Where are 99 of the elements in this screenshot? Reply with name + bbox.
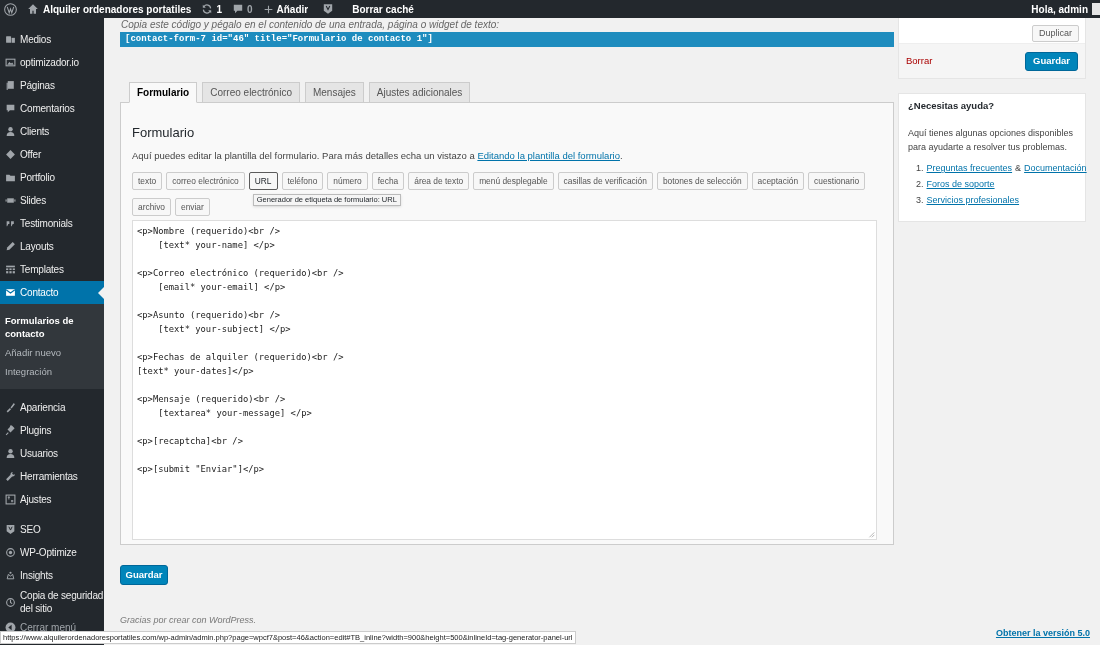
sidebar-item[interactable]: Insights: [0, 564, 104, 587]
help-link[interactable]: Preguntas frecuentes: [926, 163, 1013, 173]
home-icon: [27, 3, 39, 15]
greeting-text[interactable]: Hola, admin: [1031, 1, 1088, 17]
template-link[interactable]: Editando la plantilla del formulario: [477, 150, 620, 161]
pencil-icon: [5, 241, 16, 252]
tab[interactable]: Mensajes: [304, 82, 364, 103]
plus-icon: [262, 3, 274, 15]
shortcode-field[interactable]: [contact-form-7 id="46" title="Formulario de contacto 1"]: [120, 32, 894, 47]
person-icon: [5, 126, 16, 137]
sidebar-item[interactable]: Copia de seguridad del sitio: [0, 587, 104, 617]
tag-button[interactable]: aceptación: [751, 172, 805, 191]
sidebar-item[interactable]: optimizador.io: [0, 51, 104, 74]
sidebar-item[interactable]: Clients: [0, 120, 104, 143]
sidebar-item[interactable]: Ajustes: [0, 488, 104, 511]
clock-icon: [5, 596, 16, 608]
shield-y-icon: [322, 3, 335, 15]
tag-button[interactable]: número: [327, 172, 368, 191]
panel-title: Formulario: [132, 125, 196, 141]
list-number: 3.: [916, 194, 924, 207]
tag-button[interactable]: archivo: [132, 198, 171, 217]
plug-icon: [5, 425, 16, 436]
new-content-link[interactable]: Añadir: [262, 1, 309, 17]
footer-thanks-text: Gracias por crear con WordPress.: [120, 615, 258, 626]
wordpress-logo-icon: [4, 2, 17, 16]
tag-button[interactable]: menú desplegable: [473, 172, 554, 191]
site-name-link[interactable]: Alquiler ordenadores portatiles: [43, 1, 192, 17]
sidebar-item[interactable]: Comentarios: [0, 97, 104, 120]
save-button[interactable]: Guardar: [120, 565, 168, 585]
clear-cache-link[interactable]: Borrar caché: [352, 1, 414, 17]
tag-button[interactable]: fecha: [371, 172, 405, 191]
help-link[interactable]: Servicios profesionales: [926, 195, 1020, 205]
tab[interactable]: Correo electrónico: [202, 82, 300, 103]
tag-button[interactable]: correo electrónico: [166, 172, 245, 191]
tag-button[interactable]: enviar: [175, 198, 210, 217]
tag-button[interactable]: botones de selección: [656, 172, 748, 191]
media-icon: [5, 34, 16, 45]
grid-icon: [5, 264, 16, 275]
submenu-item[interactable]: Integración: [0, 362, 104, 381]
template-editor[interactable]: <p>Nombre (requerido)<br /> [text* your-name] </p> <p>Correo electrónico (requerido)<br /> [email* your-email] </p> <p>Asunto (requerido)<br /> [text* your-subject] </p> <p>Fechas de alquiler (requerido)<br /> [text* your-dates]</p> <p>Mensaje (requerido)<br /> [textarea* your-message] </p> <p>[recaptcha]<br /> <p>[submit "Enviar"]</p>: [132, 220, 877, 540]
sidebar-item[interactable]: Layouts: [0, 235, 104, 258]
tag-button[interactable]: cuestionario: [808, 172, 866, 191]
version-link[interactable]: Obtener la versión 5.0: [995, 626, 1090, 640]
sidebar-item[interactable]: SEO: [0, 518, 104, 541]
tab[interactable]: Ajustes adicionales: [368, 82, 471, 103]
sidebar-item[interactable]: Offer: [0, 143, 104, 166]
sidebar-item[interactable]: Plugins: [0, 419, 104, 442]
tag-button[interactable]: teléfono: [281, 172, 324, 191]
person-icon: [5, 448, 16, 459]
sidebar-item[interactable]: Apariencia: [0, 396, 104, 419]
delete-link[interactable]: Borrar: [906, 53, 933, 69]
ampersand-text: &: [1015, 163, 1022, 173]
comment-icon: [231, 3, 244, 15]
tag-button[interactable]: casillas de verificación: [557, 172, 653, 191]
list-number: 2.: [916, 178, 924, 191]
sidebar-item[interactable]: Slides: [0, 189, 104, 212]
tag-button[interactable]: URL: [248, 172, 278, 191]
sliders-icon: [5, 494, 16, 505]
list-number: 1.: [916, 162, 924, 175]
left-arrow-circle-icon: [5, 621, 16, 633]
avatar-icon: [1092, 3, 1100, 15]
sidebar-item[interactable]: WP-Optimize: [0, 541, 104, 564]
tab[interactable]: Formulario: [129, 82, 198, 103]
pages-icon: [5, 80, 16, 91]
tag-button[interactable]: área de texto: [408, 172, 470, 191]
help-link[interactable]: Documentación: [1024, 163, 1087, 173]
envelope-icon: [5, 287, 16, 298]
comment-icon: [5, 103, 16, 114]
sidebar-item[interactable]: Templates: [0, 258, 104, 281]
sidebar-item[interactable]: Usuarios: [0, 442, 104, 465]
comments-link[interactable]: 0: [231, 1, 253, 17]
submenu-item[interactable]: Añadir nuevo: [0, 343, 104, 362]
save-button[interactable]: Guardar: [1025, 51, 1078, 71]
image-icon: [5, 57, 16, 68]
brush-icon: [5, 402, 16, 413]
wrench-icon: [5, 471, 16, 482]
sidebar-item[interactable]: Testimonials: [0, 212, 104, 235]
shield-y-icon: [5, 524, 16, 535]
quote-icon: [5, 218, 16, 229]
refresh-icon: [201, 3, 214, 15]
sidebar-item[interactable]: Contacto: [0, 281, 104, 304]
help-link[interactable]: Foros de soporte: [926, 179, 995, 189]
help-title: ¿Necesitas ayuda?: [908, 100, 996, 112]
tag-button[interactable]: texto: [132, 172, 163, 191]
sidebar-item[interactable]: Portfolio: [0, 166, 104, 189]
submenu-item[interactable]: Formularios de contacto: [0, 311, 104, 343]
diamond-icon: [5, 149, 16, 160]
updates-link[interactable]: 1: [201, 1, 222, 17]
folder-icon: [5, 172, 16, 183]
help-text: Aquí tienes algunas opciones disponibles para ayudarte a resolver tus problemas.: [908, 127, 1075, 154]
duplicate-button[interactable]: Duplicar: [1032, 25, 1079, 42]
sidebar-item[interactable]: Herramientas: [0, 465, 104, 488]
description-text: Aquí puedes editar la plantilla del formulario. Para más detalles echa un vistazo a Editando la plantilla del formulario.: [132, 150, 624, 162]
resize-grip-icon: [868, 531, 875, 538]
shortcode-hint: Copia este código y pégalo en el contenido de una entrada, página o widget de texto:: [120, 19, 501, 31]
slides-icon: [5, 195, 16, 206]
sidebar-item[interactable]: Medios: [0, 28, 104, 51]
sidebar-item[interactable]: Páginas: [0, 74, 104, 97]
eye-icon: [5, 547, 16, 558]
